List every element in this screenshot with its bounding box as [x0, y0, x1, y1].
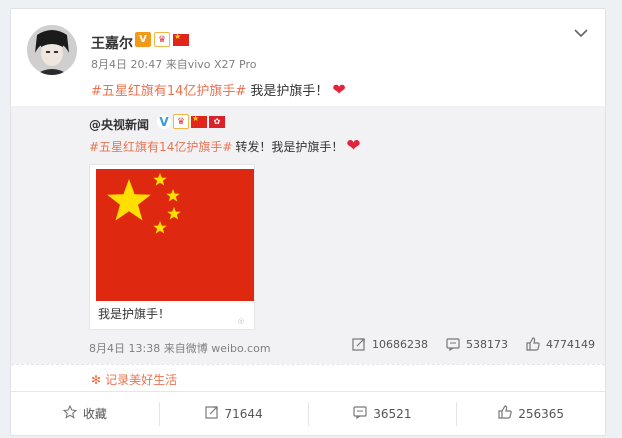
repost-hashtag[interactable]: #五星红旗有14亿护旗手# [89, 138, 232, 155]
comment-count: 36521 [373, 406, 412, 421]
repost-reposts[interactable]: 10686238 [352, 337, 428, 351]
repost-comments-count: 538173 [466, 337, 508, 351]
hk-flag-icon: ✿ [209, 115, 225, 128]
repost-time[interactable]: 8月4日 13:38 [89, 342, 160, 355]
repost-author[interactable]: @央视新闻 [89, 116, 149, 133]
favorite-label: 收藏 [82, 407, 107, 421]
favorite-button[interactable]: 收藏 [11, 401, 160, 426]
star-icon [62, 404, 78, 422]
repost-button[interactable]: 71644 [160, 401, 309, 426]
repost-comments[interactable]: 538173 [446, 337, 508, 351]
heart-icon: ❤ [346, 136, 361, 156]
heart-icon: ❤ [332, 79, 346, 99]
post-time[interactable]: 8月4日 20:47 [91, 58, 162, 71]
repost-box[interactable]: @央视新闻 V ♛ ✿ #五星红旗有14亿护旗手# 转发！我是护旗手！ ❤ [11, 106, 605, 364]
avatar-image [27, 25, 77, 75]
media-card[interactable]: 我是护旗手！ ◎ [89, 164, 255, 330]
user-name[interactable]: 王嘉尔 [91, 33, 133, 53]
post-meta: 8月4日 20:47 来自vivo X27 Pro [91, 56, 257, 72]
chevron-down-icon[interactable] [571, 23, 591, 43]
blue-v-icon[interactable]: V [157, 114, 171, 129]
like-icon [498, 405, 512, 422]
repost-text: #五星红旗有14亿护旗手# 转发！我是护旗手！ ❤ [89, 138, 361, 155]
repost-likes[interactable]: 4774149 [526, 337, 595, 351]
repost-count: 71644 [224, 406, 263, 421]
repost-source[interactable]: 来自微博 weibo.com [164, 342, 271, 355]
comment-icon [353, 405, 367, 422]
post-source: 来自vivo X27 Pro [165, 58, 257, 71]
comment-icon [446, 337, 460, 351]
media-caption: 我是护旗手！ [98, 307, 171, 321]
post-text: #五星红旗有14亿护旗手# 我是护旗手！ ❤ [91, 80, 346, 99]
comment-button[interactable]: 36521 [309, 401, 458, 426]
repost-body: 转发！我是护旗手！ [235, 140, 344, 154]
repost-icon [204, 405, 219, 422]
verified-v-icon[interactable]: V [135, 32, 151, 47]
repost-meta: 8月4日 13:38 来自微博 weibo.com [89, 340, 271, 356]
topic-label: 记录美好生活 [105, 373, 178, 387]
medal-icon[interactable]: ♛ [154, 32, 170, 47]
avatar[interactable] [27, 25, 77, 75]
china-flag-icon [173, 32, 189, 46]
china-flag-image [96, 169, 254, 301]
topic-link[interactable]: ✻ 记录美好生活 [91, 371, 177, 388]
repost-reposts-count: 10686238 [372, 337, 428, 351]
user-badges: V ♛ [135, 32, 189, 47]
watermark-icon: ◎ [237, 317, 244, 325]
divider [11, 364, 605, 365]
repost-icon [352, 337, 366, 351]
weibo-post-card: 王嘉尔 V ♛ 8月4日 20:47 来自vivo X27 Pro #五星红旗有… [10, 8, 606, 436]
china-flag-icon [191, 114, 207, 128]
repost-author-badges: V ♛ ✿ [157, 114, 225, 129]
repost-stats: 10686238 538173 4774149 [352, 337, 595, 351]
repost-likes-count: 4774149 [546, 337, 595, 351]
medal-icon[interactable]: ♛ [173, 114, 189, 129]
post-hashtag[interactable]: #五星红旗有14亿护旗手# [91, 80, 246, 99]
topic-icon: ✻ [91, 372, 102, 387]
action-bar: 收藏 71644 36521 256365 [11, 391, 605, 435]
like-count: 256365 [518, 406, 565, 421]
like-icon [526, 337, 540, 351]
like-button[interactable]: 256365 [457, 402, 605, 426]
post-body: 我是护旗手！ [250, 84, 329, 99]
